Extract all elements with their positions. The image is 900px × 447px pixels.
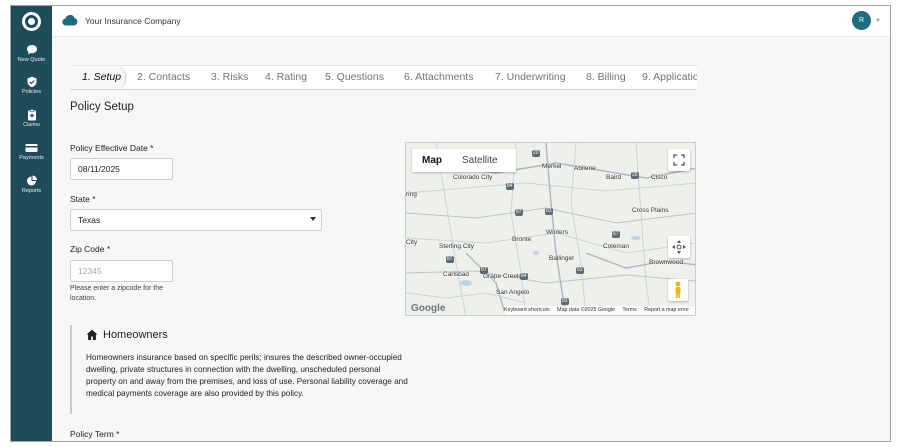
top-bar: Your Insurance Company R ▼ xyxy=(52,6,890,37)
fullscreen-button[interactable] xyxy=(668,149,690,171)
sidebar-item-reports[interactable]: Reports xyxy=(11,175,52,194)
avatar[interactable]: R xyxy=(852,11,871,30)
map-city-label: Cross Plains xyxy=(632,207,669,214)
map-city-label: San Angelo xyxy=(496,289,530,296)
map-type-map[interactable]: Map xyxy=(422,155,442,166)
highway-shield: 20 xyxy=(532,150,540,157)
tab-contacts[interactable]: 2. Contacts xyxy=(137,66,190,89)
tab-setup[interactable]: 1. Setup xyxy=(70,66,126,89)
map-city-label: Bronte xyxy=(512,236,532,243)
zip-code-help: Please enter a zipcode for the location. xyxy=(70,285,164,302)
highway-shield: 84 xyxy=(506,183,514,190)
chat-bubble-icon xyxy=(26,45,37,55)
map-data-attribution: Map data ©2025 Google xyxy=(557,307,615,313)
map-city-label: Colorado City xyxy=(453,174,493,181)
tab-billing[interactable]: 8. Billing xyxy=(586,66,626,89)
map-type-toggle: Map Satellite xyxy=(412,149,516,172)
effective-date-label: Policy Effective Date * xyxy=(70,143,154,153)
step-tabs: 1. Setup 2. Contacts 3. Risks 4. Rating … xyxy=(70,65,697,90)
sidebar-item-label: New Quote xyxy=(17,57,46,63)
tab-rating[interactable]: 4. Rating xyxy=(265,66,307,89)
tab-questions[interactable]: 5. Questions xyxy=(325,66,384,89)
homeowners-title: Homeowners xyxy=(103,329,168,341)
map-city-label: Grape Creek xyxy=(483,273,521,280)
map-footer: Keyboard shortcuts Map data ©2025 Google… xyxy=(504,306,695,315)
required-mark: * xyxy=(106,244,111,254)
state-select[interactable]: Texas xyxy=(70,209,322,231)
sidebar-item-new-quote[interactable]: New Quote xyxy=(11,44,52,63)
map-city-label: Merkel xyxy=(542,163,562,170)
report-error-link[interactable]: Report a map error xyxy=(644,307,689,313)
pie-chart-icon xyxy=(26,175,37,186)
page-title: Policy Setup xyxy=(70,101,134,113)
zip-code-field[interactable]: 12345 xyxy=(70,260,173,282)
state-value: Texas xyxy=(78,215,101,225)
state-label: State * xyxy=(70,194,96,204)
tab-attachments[interactable]: 6. Attachments xyxy=(404,66,473,89)
clipboard-plus-icon xyxy=(27,109,36,121)
company-name: Your Insurance Company xyxy=(85,16,181,26)
map-city-label: ring xyxy=(406,191,417,198)
map-city-label: Ballinger xyxy=(549,255,575,262)
homeowners-card: Homeowners Homeowners insurance based on… xyxy=(70,325,410,414)
terms-link[interactable]: Terms xyxy=(622,307,636,313)
map-type-satellite[interactable]: Satellite xyxy=(462,155,498,166)
app-window: New Quote Policies Claims Payments Repor… xyxy=(10,5,891,442)
sidebar-item-label: Claims xyxy=(23,122,40,128)
tab-application[interactable]: 9. Applicatio xyxy=(642,66,697,89)
zip-code-label: Zip Code * xyxy=(70,244,111,254)
map[interactable]: Map Satellite Colorado City Merkel Abile… xyxy=(405,142,696,316)
highway-shield: 20 xyxy=(631,172,639,179)
highway-shield: 83 xyxy=(545,208,553,215)
highway-shield: 87 xyxy=(446,256,454,263)
tab-underwriting[interactable]: 7. Underwriting xyxy=(495,66,566,89)
highway-shield: 83 xyxy=(576,267,584,274)
sidebar-item-payments[interactable]: Payments xyxy=(11,142,52,161)
sidebar-item-label: Reports xyxy=(21,188,42,194)
map-city-label: Cisco xyxy=(651,174,668,181)
sidebar-item-claims[interactable]: Claims xyxy=(11,109,52,128)
map-city-label: Carlsbad xyxy=(443,271,470,278)
map-pan-button[interactable] xyxy=(668,236,690,258)
fullscreen-icon xyxy=(673,154,685,166)
chevron-down-icon[interactable]: ▼ xyxy=(875,18,881,24)
map-city-label: Brownwood xyxy=(649,259,683,266)
map-city-label: Sterling City xyxy=(439,243,475,250)
map-city-label: Baird xyxy=(606,174,622,181)
policy-term-label: Policy Term * xyxy=(70,429,120,439)
highway-shield: 87 xyxy=(480,267,488,274)
keyboard-shortcuts-link[interactable]: Keyboard shortcuts xyxy=(504,307,550,313)
map-city-label: Coleman xyxy=(603,243,630,250)
logo-icon[interactable] xyxy=(22,12,41,31)
sidebar-item-label: Payments xyxy=(19,155,44,161)
highway-shield: 84 xyxy=(520,273,528,280)
homeowners-description: Homeowners insurance based on specific p… xyxy=(86,353,408,398)
map-city-label: City xyxy=(406,239,418,246)
highway-shield: 67 xyxy=(612,231,620,238)
required-mark: * xyxy=(92,194,96,204)
effective-date-field[interactable]: 08/11/2025 xyxy=(70,158,173,180)
sidebar-item-policies[interactable]: Policies xyxy=(11,76,52,95)
move-arrows-icon xyxy=(672,240,686,254)
cloud-icon xyxy=(62,15,78,26)
tab-risks[interactable]: 3. Risks xyxy=(211,66,248,89)
street-view-button[interactable] xyxy=(668,279,688,301)
highway-shield: 83 xyxy=(561,298,569,305)
shield-check-icon xyxy=(27,76,36,88)
credit-card-icon xyxy=(25,144,38,152)
required-mark: * xyxy=(116,429,120,439)
home-icon xyxy=(86,329,98,340)
caret-down-icon xyxy=(310,217,316,221)
highway-shield: 87 xyxy=(515,209,523,216)
required-mark: * xyxy=(150,143,154,153)
sidebar: New Quote Policies Claims Payments Repor… xyxy=(11,6,52,441)
map-city-label: Winters xyxy=(546,229,569,236)
google-logo: Google xyxy=(411,303,446,314)
sidebar-item-label: Policies xyxy=(22,89,41,95)
map-city-label: Abilene xyxy=(574,165,596,172)
pegman-icon xyxy=(675,281,681,298)
